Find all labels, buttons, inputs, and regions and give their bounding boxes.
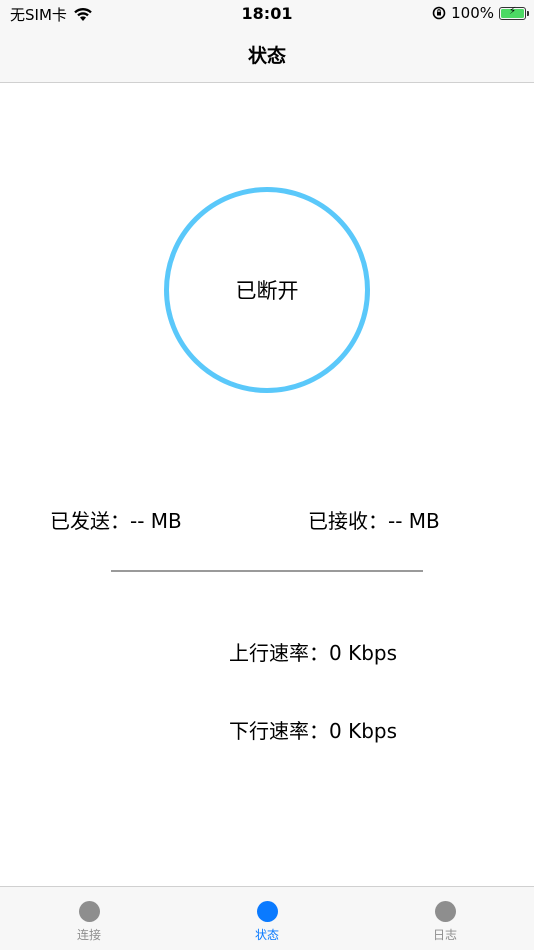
battery-percent: 100% xyxy=(451,4,494,22)
page-title: 状态 xyxy=(247,45,286,67)
connect-tab-icon xyxy=(78,901,100,922)
status-tab-icon xyxy=(256,901,278,922)
connection-state-label: 已断开 xyxy=(235,279,299,303)
received-data-label: 已接收：-- MB xyxy=(308,509,440,533)
system-status-bar: 无SIM卡 18:01 100% ⚡ xyxy=(0,0,534,28)
tab-label: 状态 xyxy=(254,928,279,942)
download-rate-label: 下行速率：0 Kbps xyxy=(229,719,398,743)
tab-label: 日志 xyxy=(432,928,457,942)
tab-log[interactable]: 日志 xyxy=(385,887,505,950)
upload-rate-label: 上行速率：0 Kbps xyxy=(229,641,398,665)
status-screen: 无SIM卡 18:01 100% ⚡ 状态 已断开 已发送：-- MB 已接收：… xyxy=(0,0,534,950)
sent-data-label: 已发送：-- MB xyxy=(50,509,182,533)
tab-status[interactable]: 状态 xyxy=(207,887,327,950)
status-bar-right: 100% ⚡ xyxy=(432,4,529,22)
divider xyxy=(111,570,423,572)
orientation-lock-icon xyxy=(432,6,446,20)
navigation-bar: 状态 xyxy=(0,28,534,83)
log-tab-icon xyxy=(434,901,456,922)
tab-connect[interactable]: 连接 xyxy=(29,887,149,950)
tab-bar: 连接 状态 日志 xyxy=(0,886,534,950)
charging-bolt-icon: ⚡ xyxy=(508,5,517,17)
battery-icon: ⚡ xyxy=(499,5,529,20)
tab-label: 连接 xyxy=(76,928,101,942)
